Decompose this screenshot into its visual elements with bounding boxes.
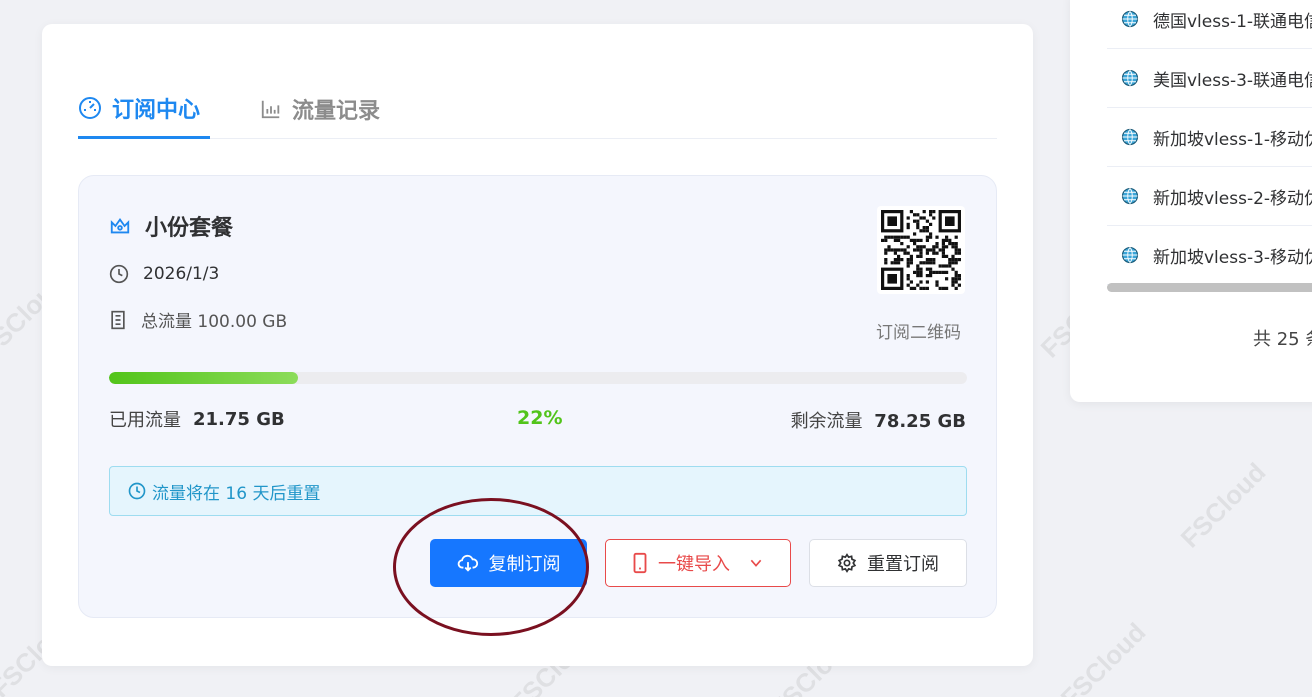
mobile-phone-icon [633,552,647,574]
usage-percent: 22% [517,407,563,429]
traffic-progress-fill [109,372,298,384]
tab-subscription-center[interactable]: 订阅中心 [78,79,210,139]
remaining-traffic-value: 78.25 GB [874,411,966,432]
node-name: 新加坡vless-2-移动优化 [1153,188,1312,209]
watermark: FSCloud [1174,456,1272,554]
used-traffic: 已用流量 21.75 GB [109,408,285,432]
reset-notice: 流量将在 16 天后重置 [109,466,967,516]
tab-bar: 订阅中心 流量记录 [78,79,997,139]
node-list-card: 德国vless-1-联通电信 美国vless-3-联通电信 新加坡vless-1-移… [1070,0,1312,402]
traffic-progress-bar [109,372,967,384]
copy-subscription-button[interactable]: 复制订阅 [430,539,587,587]
crown-icon [110,218,130,234]
tab-traffic-records[interactable]: 流量记录 [260,79,380,139]
plan-panel: 小份套餐 2026/1/3 总流量 100.00 GB 订阅二维码 已用流量 2… [78,175,997,618]
cloud-download-icon [457,554,478,572]
plan-name: 小份套餐 [109,210,233,242]
node-name: 新加坡vless-1-移动优化 [1153,129,1312,150]
watermark: FSCloud [1054,616,1152,697]
used-traffic-value: 21.75 GB [193,408,285,430]
clock-icon [128,482,146,500]
globe-icon [1121,187,1139,205]
subscription-card: 订阅中心 流量记录 小份套餐 2026/1/3 总流量 100.00 GB 订阅… [42,24,1033,666]
expire-date: 2026/1/3 [109,264,219,284]
one-click-import-button[interactable]: 一键导入 [605,539,791,587]
server-icon [111,310,125,329]
node-name: 新加坡vless-3-移动优化 [1153,247,1312,268]
horizontal-scrollbar[interactable] [1107,283,1312,292]
node-list-item[interactable]: 美国vless-3-联通电信 [1107,49,1312,108]
globe-icon [1121,246,1139,264]
globe-icon [1121,69,1139,87]
tab-label: 流量记录 [292,99,381,124]
total-traffic: 总流量 100.00 GB [109,307,287,332]
pagination-total: 共 25 条 [1253,329,1312,350]
qr-label: 订阅二维码 [876,323,961,343]
node-name: 德国vless-1-联通电信 [1153,11,1312,32]
node-list-item[interactable]: 新加坡vless-1-移动优化 [1107,108,1312,167]
node-list-item[interactable]: 新加坡vless-2-移动优化 [1107,167,1312,226]
gear-icon [837,553,857,573]
tab-label: 订阅中心 [112,97,201,123]
bar-chart-icon [261,100,280,119]
node-list-item[interactable]: 新加坡vless-3-移动优化 [1107,226,1312,285]
globe-icon [1121,10,1139,28]
remaining-traffic: 剩余流量 78.25 GB [790,411,966,432]
dashboard-icon [79,96,101,119]
node-name: 美国vless-3-联通电信 [1153,70,1312,91]
qr-code-icon [881,210,961,290]
clock-icon [109,264,129,284]
reset-subscription-button[interactable]: 重置订阅 [809,539,967,587]
node-list-item[interactable]: 德国vless-1-联通电信 [1107,0,1312,49]
chevron-down-icon [750,559,762,567]
subscription-qr-code[interactable] [877,206,965,294]
globe-icon [1121,128,1139,146]
